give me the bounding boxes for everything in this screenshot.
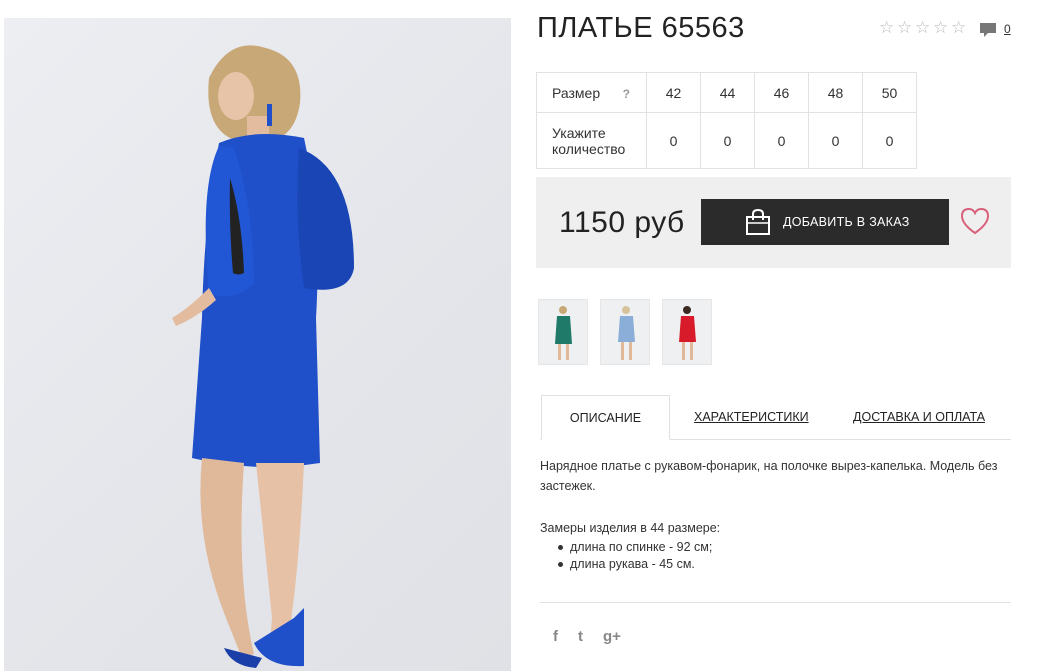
size-option: 46: [754, 72, 809, 113]
add-to-order-label: ДОБАВИТЬ В ЗАКАЗ: [783, 215, 910, 229]
measurements-list: длина по спинке - 92 см; длина рукава - …: [540, 539, 1010, 573]
star-icon[interactable]: ☆: [915, 19, 931, 36]
list-item: длина по спинке - 92 см;: [556, 539, 1010, 556]
help-icon[interactable]: ?: [623, 86, 630, 102]
quantity-input[interactable]: 0: [646, 112, 701, 169]
google-plus-icon[interactable]: g+: [603, 628, 621, 645]
social-share: f t g+: [553, 628, 621, 645]
quantity-input[interactable]: 0: [754, 112, 809, 169]
star-icon[interactable]: ☆: [879, 19, 895, 36]
thumbnail-green[interactable]: [538, 299, 588, 365]
size-option: 50: [862, 72, 917, 113]
tab-characteristics[interactable]: ХАРАКТЕРИСТИКИ: [694, 395, 809, 440]
product-photo[interactable]: [4, 18, 511, 671]
dress-thumbnail-image: [679, 306, 696, 360]
dress-model-illustration: [172, 45, 354, 668]
comment-icon[interactable]: [979, 21, 997, 39]
size-option: 44: [700, 72, 755, 113]
star-icon[interactable]: ☆: [951, 19, 967, 36]
tab-description[interactable]: ОПИСАНИЕ: [541, 395, 670, 440]
quantity-input[interactable]: 0: [808, 112, 863, 169]
dress-thumbnail-image: [618, 306, 635, 360]
heart-icon[interactable]: [960, 207, 990, 235]
comment-count-link[interactable]: 0: [1004, 22, 1011, 36]
tab-delivery-payment[interactable]: ДОСТАВКА И ОПЛАТА: [853, 395, 985, 440]
size-row: Размер ? 42 44 46 48 50: [536, 72, 917, 113]
product-title: ПЛАТЬЕ 65563: [537, 12, 745, 44]
product-description: Нарядное платье с рукавом-фонарик, на по…: [540, 459, 998, 493]
size-label: Размер: [552, 84, 601, 101]
list-item: длина рукава - 45 см.: [556, 556, 1010, 573]
quantity-input[interactable]: 0: [700, 112, 755, 169]
measurements-title: Замеры изделия в 44 размере:: [540, 521, 721, 535]
product-price: 1150 руб: [559, 206, 685, 239]
quantity-input[interactable]: 0: [862, 112, 917, 169]
star-icon[interactable]: ☆: [933, 19, 949, 36]
thumbnail-light-blue[interactable]: [600, 299, 650, 365]
shopping-bag-icon: [746, 208, 770, 235]
rating-stars[interactable]: ☆ ☆ ☆ ☆ ☆: [879, 19, 967, 36]
divider: [540, 602, 1011, 603]
facebook-icon[interactable]: f: [553, 628, 558, 645]
twitter-icon[interactable]: t: [578, 628, 583, 645]
thumbnail-red[interactable]: [662, 299, 712, 365]
add-to-order-button[interactable]: ДОБАВИТЬ В ЗАКАЗ: [701, 199, 949, 245]
product-measurements: Замеры изделия в 44 размере: длина по сп…: [540, 520, 1010, 573]
color-thumbnails: [538, 299, 712, 365]
product-tabs: ОПИСАНИЕ ХАРАКТЕРИСТИКИ ДОСТАВКА И ОПЛАТ…: [540, 395, 1011, 440]
size-option: 42: [646, 72, 701, 113]
size-option: 48: [808, 72, 863, 113]
quantity-label: Укажите количество: [536, 112, 647, 169]
star-icon[interactable]: ☆: [897, 19, 913, 36]
quantity-row: Укажите количество 0 0 0 0 0: [536, 112, 917, 169]
price-box: 1150 руб ДОБАВИТЬ В ЗАКАЗ: [536, 177, 1011, 268]
dress-thumbnail-image: [555, 306, 572, 360]
size-label-cell: Размер ?: [536, 72, 647, 113]
size-quantity-table: Размер ? 42 44 46 48 50 Укажите количест…: [536, 72, 917, 169]
